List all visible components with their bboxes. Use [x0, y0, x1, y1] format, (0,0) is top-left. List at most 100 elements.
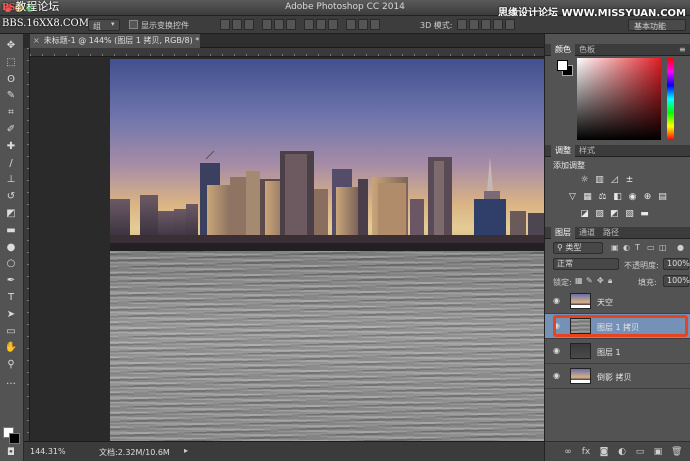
lock-image-icon[interactable]: ✎: [586, 276, 593, 285]
lasso-tool-icon[interactable]: ʘ: [4, 74, 18, 85]
lock-transparency-icon[interactable]: ▦: [575, 276, 583, 285]
align-right-button[interactable]: [286, 19, 296, 30]
show-transform-checkbox[interactable]: [129, 20, 138, 29]
selective-color-icon[interactable]: ▧: [624, 209, 635, 219]
tab-channels[interactable]: 通道: [575, 227, 599, 239]
brush-tool-icon[interactable]: /: [4, 158, 18, 169]
type-tool-icon[interactable]: T: [4, 292, 18, 303]
gradient-tool-icon[interactable]: ▬: [4, 225, 18, 236]
threshold-icon[interactable]: ◩: [609, 209, 620, 219]
layer-row[interactable]: ◉ 天空: [545, 289, 690, 314]
filter-adjustment-icon[interactable]: ◐: [623, 243, 630, 252]
lock-all-icon[interactable]: 🔒︎: [608, 276, 612, 286]
document-canvas[interactable]: [110, 59, 544, 441]
distribute-top-button[interactable]: [304, 19, 314, 30]
invert-icon[interactable]: ◪: [579, 209, 590, 219]
crop-tool-icon[interactable]: ⌗: [4, 107, 18, 118]
opacity-input[interactable]: 100%: [663, 258, 690, 270]
hand-tool-icon[interactable]: ✋: [4, 342, 18, 353]
blend-mode-dropdown[interactable]: 正常: [553, 258, 619, 270]
quick-select-tool-icon[interactable]: ✎: [4, 90, 18, 101]
black-white-icon[interactable]: ◧: [612, 192, 623, 202]
layer-row[interactable]: ◉ 图层 1: [545, 339, 690, 364]
shape-tool-icon[interactable]: ▭: [4, 326, 18, 337]
filter-toggle-icon[interactable]: ●: [677, 243, 684, 252]
tab-adjustments[interactable]: 调整: [551, 145, 575, 157]
eraser-tool-icon[interactable]: ◩: [4, 208, 18, 219]
dodge-tool-icon[interactable]: ○: [4, 258, 18, 269]
pen-tool-icon[interactable]: ✒: [4, 275, 18, 286]
layer-mask-icon[interactable]: ◙: [599, 447, 609, 457]
stamp-tool-icon[interactable]: ⊥: [4, 174, 18, 185]
filter-shape-icon[interactable]: ▭: [647, 243, 655, 252]
distribute-right-button[interactable]: [370, 19, 380, 30]
path-select-tool-icon[interactable]: ➤: [4, 309, 18, 320]
tab-swatches[interactable]: 色板: [575, 44, 599, 56]
marquee-tool-icon[interactable]: ⬚: [4, 57, 18, 68]
3d-roll-button[interactable]: [469, 19, 479, 30]
blur-tool-icon[interactable]: ●: [4, 242, 18, 253]
tab-color[interactable]: 颜色: [551, 44, 575, 56]
levels-icon[interactable]: ▥: [594, 175, 605, 185]
zoom-level[interactable]: 144.31%: [30, 447, 66, 456]
distribute-left-button[interactable]: [346, 19, 356, 30]
3d-pan-button[interactable]: [481, 19, 491, 30]
document-size[interactable]: 文档:2.32M/10.6M: [99, 447, 170, 458]
filter-type-icon[interactable]: T: [635, 243, 640, 252]
exposure-icon[interactable]: ±: [624, 175, 635, 185]
tab-styles[interactable]: 样式: [575, 145, 599, 157]
gradient-map-icon[interactable]: ▬: [639, 209, 650, 219]
history-brush-tool-icon[interactable]: ↺: [4, 191, 18, 202]
3d-slide-button[interactable]: [493, 19, 503, 30]
canvas-area[interactable]: [30, 57, 544, 441]
filter-smart-icon[interactable]: ◫: [659, 243, 667, 252]
curves-icon[interactable]: ◿: [609, 175, 620, 185]
layer-filter-dropdown[interactable]: ⚲ 类型: [553, 242, 603, 254]
background-color-swatch[interactable]: [9, 433, 20, 444]
workspace-switcher[interactable]: 基本功能: [628, 19, 686, 31]
vibrance-icon[interactable]: ▽: [567, 192, 578, 202]
layer-style-icon[interactable]: fx: [581, 447, 591, 457]
healing-tool-icon[interactable]: ✚: [4, 141, 18, 152]
quick-mask-icon[interactable]: ◘: [4, 447, 18, 458]
document-tab[interactable]: × 未标题-1 @ 144% (图层 1 拷贝, RGB/8) *: [30, 34, 200, 48]
chevron-right-icon[interactable]: ▸: [184, 446, 188, 455]
photo-filter-icon[interactable]: ◉: [627, 192, 638, 202]
filter-pixel-icon[interactable]: ▣: [611, 243, 619, 252]
3d-orbit-button[interactable]: [457, 19, 467, 30]
3d-scale-button[interactable]: [505, 19, 515, 30]
distribute-vcenter-button[interactable]: [316, 19, 326, 30]
tab-layers[interactable]: 图层: [551, 227, 575, 239]
eyedropper-tool-icon[interactable]: ✐: [4, 124, 18, 135]
zoom-tool-icon[interactable]: ⚲: [4, 359, 18, 370]
visibility-eye-icon[interactable]: ◉: [553, 297, 562, 305]
adjustment-layer-icon[interactable]: ◐: [617, 447, 627, 457]
color-lookup-icon[interactable]: ▤: [657, 192, 668, 202]
posterize-icon[interactable]: ▨: [594, 209, 605, 219]
align-hcenter-button[interactable]: [274, 19, 284, 30]
visibility-eye-icon[interactable]: ◉: [553, 347, 562, 355]
link-layers-icon[interactable]: ∞: [563, 447, 573, 457]
visibility-eye-icon[interactable]: ◉: [553, 372, 562, 380]
delete-layer-icon[interactable]: 🗑︎: [671, 447, 682, 457]
brightness-icon[interactable]: ☼: [579, 175, 590, 185]
auto-select-dropdown[interactable]: 组 ▾: [88, 19, 120, 31]
new-layer-icon[interactable]: ▣: [653, 447, 663, 457]
color-picker-field[interactable]: [577, 58, 661, 140]
align-left-button[interactable]: [262, 19, 272, 30]
distribute-bottom-button[interactable]: [328, 19, 338, 30]
channel-mixer-icon[interactable]: ⊕: [642, 192, 653, 202]
hue-saturation-icon[interactable]: ▦: [582, 192, 593, 202]
tab-paths[interactable]: 路径: [599, 227, 623, 239]
align-bottom-button[interactable]: [244, 19, 254, 30]
lock-position-icon[interactable]: ✥: [597, 276, 604, 285]
close-tab-icon[interactable]: ×: [33, 36, 40, 45]
align-vcenter-button[interactable]: [232, 19, 242, 30]
panel-foreground-swatch[interactable]: [557, 60, 568, 71]
move-tool-icon[interactable]: ✥: [4, 40, 18, 51]
color-balance-icon[interactable]: ⚖: [597, 192, 608, 202]
distribute-hcenter-button[interactable]: [358, 19, 368, 30]
layer-row[interactable]: ◉ 倒影 拷贝: [545, 364, 690, 389]
fill-input[interactable]: 100%: [663, 275, 690, 287]
new-group-icon[interactable]: ▭: [635, 447, 645, 457]
